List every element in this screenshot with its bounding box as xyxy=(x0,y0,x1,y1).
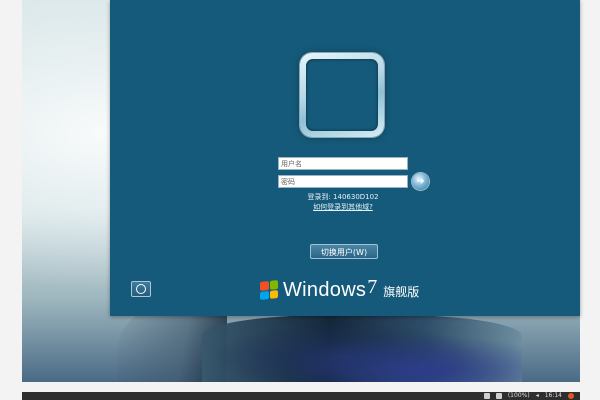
user-tile-frame xyxy=(300,53,384,137)
other-domain-link[interactable]: 如何登录到其他域? xyxy=(278,202,408,212)
ease-of-access-icon xyxy=(136,284,146,294)
password-input[interactable] xyxy=(278,175,408,188)
clock[interactable]: 16:14 xyxy=(545,392,562,400)
logon-screen: ➜ 登录到: 140630D102 如何登录到其他域? 切换用户(W) Wind… xyxy=(110,0,580,316)
network-icon[interactable] xyxy=(483,393,490,399)
user-tile-picture xyxy=(306,59,378,131)
ease-of-access-button[interactable] xyxy=(131,281,151,297)
submit-arrow-button[interactable]: ➜ xyxy=(412,173,429,190)
brand-name: Windows xyxy=(283,278,367,301)
brand-version: 7 xyxy=(367,275,378,298)
login-domain-text: 登录到: 140630D102 xyxy=(307,193,379,201)
switch-user-button[interactable]: 切换用户(W) xyxy=(310,244,378,259)
windows-logo: Windows 7 旗舰版 xyxy=(260,275,420,302)
username-input[interactable] xyxy=(278,157,408,170)
volume-icon[interactable]: ◂ xyxy=(536,392,539,400)
battery-percent: (100%) xyxy=(507,392,530,399)
brand-edition: 旗舰版 xyxy=(383,284,420,299)
windows-flag-icon xyxy=(260,280,278,300)
wallpaper-figure xyxy=(202,315,522,382)
battery-icon[interactable] xyxy=(495,393,502,399)
arrow-right-icon: ➜ xyxy=(416,176,425,187)
system-tray: (100%) ◂ 16:14 xyxy=(483,392,574,400)
taskbar: (100%) ◂ 16:14 xyxy=(22,392,580,400)
power-icon[interactable] xyxy=(568,393,574,399)
